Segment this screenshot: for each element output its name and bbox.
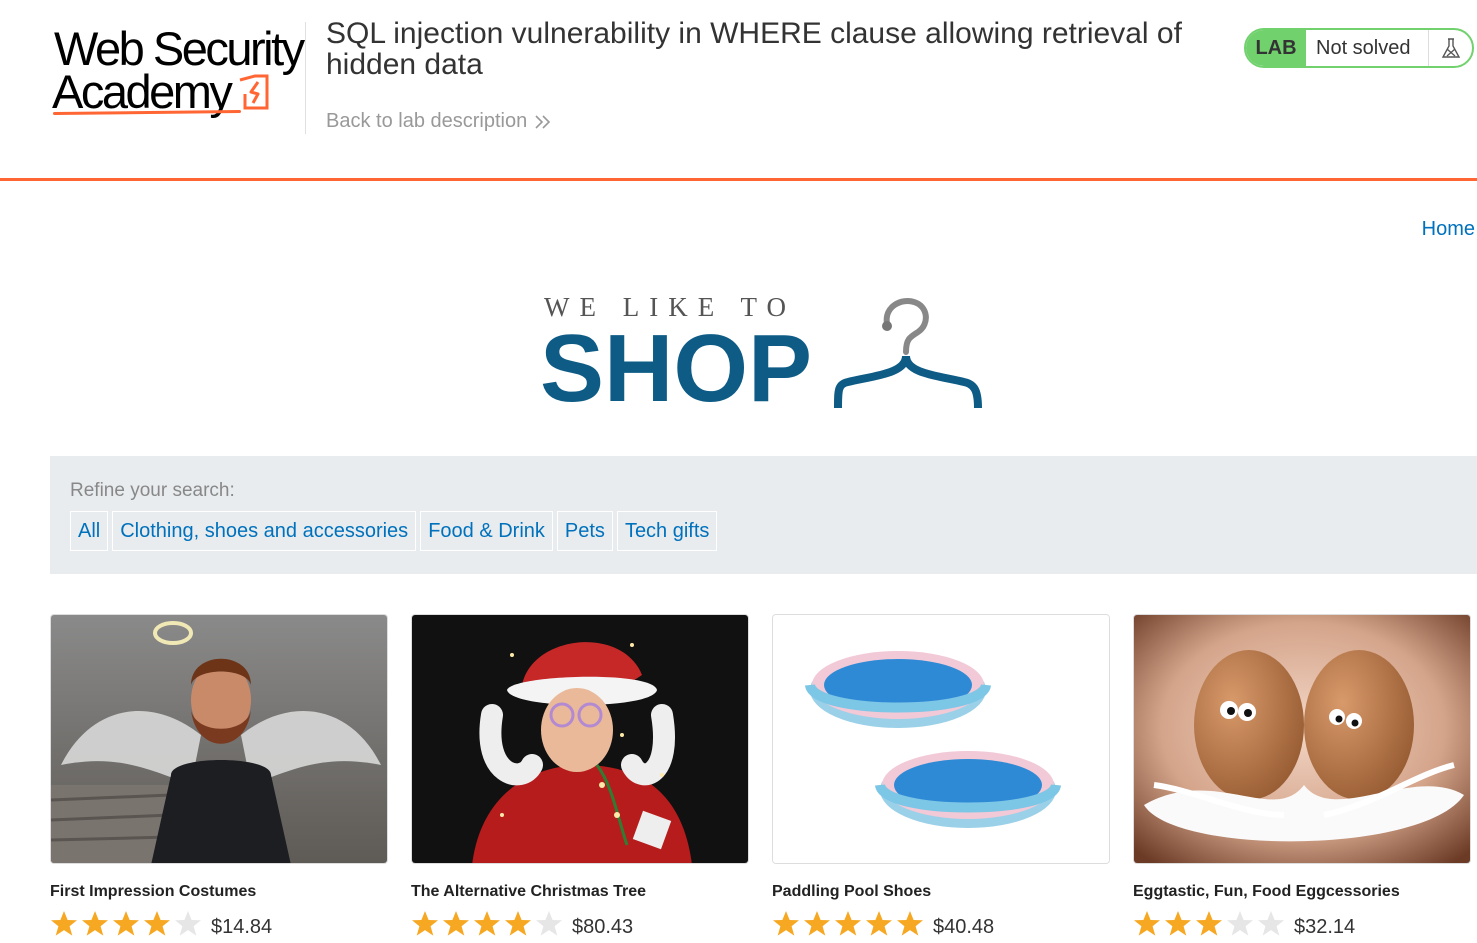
star-filled-icon [866,911,892,936]
product-rating: $80.43 [411,910,634,938]
product-image-christmas-tree[interactable] [411,614,749,864]
star-filled-icon [835,911,861,936]
back-link-label: Back to lab description [326,110,528,132]
product-image-googly-eye-eggs[interactable] [1133,614,1471,864]
category-filter-list: All Clothing, shoes and accessories Food… [70,511,718,551]
category-filter-all[interactable]: All [70,511,109,551]
product-price: $14.84 [211,916,273,938]
product-rating: $40.48 [772,910,995,938]
star-filled-icon [412,911,438,936]
category-filter-food-drink[interactable]: Food & Drink [420,511,553,551]
hero-title: SHOP [540,315,813,422]
product-name[interactable]: Eggtastic, Fun, Food Eggcessories [1133,883,1400,901]
star-filled-icon [897,911,923,936]
star-filled-icon [144,911,170,936]
academy-header: Web Security Academy SQL injection vulne… [0,0,1477,181]
category-filter-clothing[interactable]: Clothing, shoes and accessories [112,511,417,551]
star-filled-icon [443,911,469,936]
lab-status-widget: LAB Not solved [1244,28,1474,68]
product-card[interactable]: The Alternative Christmas Tree $80.43 [411,614,749,938]
star-filled-icon [773,911,799,936]
lab-title: SQL injection vulnerability in WHERE cla… [326,17,1182,81]
product-rating: $32.14 [1133,910,1356,938]
product-price: $40.48 [933,916,995,938]
product-name[interactable]: The Alternative Christmas Tree [411,883,646,901]
product-card[interactable]: Eggtastic, Fun, Food Eggcessories $32.14 [1133,614,1471,938]
coat-hanger-icon [834,298,982,409]
filter-label: Refine your search: [70,480,235,501]
product-price: $80.43 [572,916,634,938]
logo-line-2: Academy [52,65,233,118]
nav-home-link[interactable]: Home [1422,218,1475,241]
product-name[interactable]: First Impression Costumes [50,883,256,901]
star-empty-icon [536,911,562,936]
web-security-academy-logo[interactable]: Web Security Academy [50,22,305,122]
star-filled-icon [1196,911,1222,936]
product-card[interactable]: Paddling Pool Shoes $40.48 [772,614,1110,938]
filter-panel: Refine your search: All Clothing, shoes … [50,456,1477,574]
star-filled-icon [113,911,139,936]
back-to-lab-description-link[interactable]: Back to lab description [326,110,553,133]
product-image-paddling-pools[interactable] [772,614,1110,864]
star-filled-icon [1165,911,1191,936]
star-filled-icon [51,911,77,936]
star-filled-icon [1134,911,1160,936]
header-divider [305,22,306,134]
star-filled-icon [505,911,531,936]
star-empty-icon [1258,911,1284,936]
product-rating: $14.84 [50,910,273,938]
product-price: $32.14 [1294,916,1356,938]
flask-icon[interactable] [1428,30,1472,66]
lab-badge: LAB [1246,30,1306,66]
product-card[interactable]: First Impression Costumes $14.84 [50,614,388,938]
category-filter-pets[interactable]: Pets [556,511,613,551]
double-chevron-right-icon [535,114,551,129]
category-filter-tech-gifts[interactable]: Tech gifts [616,511,718,551]
star-filled-icon [474,911,500,936]
star-filled-icon [82,911,108,936]
star-empty-icon [175,911,201,936]
product-name[interactable]: Paddling Pool Shoes [772,883,931,901]
star-filled-icon [804,911,830,936]
star-empty-icon [1227,911,1253,936]
logo-lightning-icon [239,74,269,110]
shop-hero: WE LIKE TO SHOP [540,290,990,420]
lab-status-text: Not solved [1316,36,1411,59]
product-image-angel-costume[interactable] [50,614,388,864]
